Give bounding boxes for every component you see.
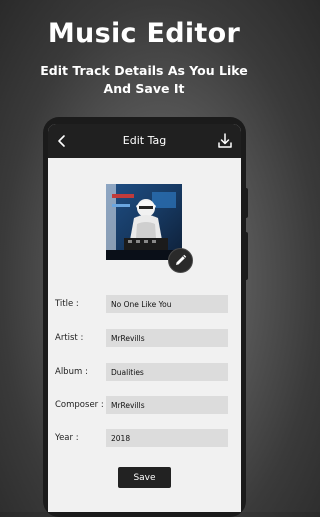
- composer-field[interactable]: [106, 396, 228, 414]
- album-cover[interactable]: [106, 184, 182, 260]
- composer-label: Composer :: [55, 400, 104, 410]
- page-title: Edit Tag: [122, 134, 167, 147]
- title-field[interactable]: [106, 295, 228, 313]
- promo-title: Music Editor: [47, 18, 241, 49]
- download-icon: [218, 133, 232, 148]
- download-button[interactable]: [215, 131, 235, 151]
- app-bar: Edit Tag: [48, 124, 241, 158]
- pencil-icon: [176, 254, 187, 265]
- save-button[interactable]: Save: [118, 467, 171, 488]
- artist-field[interactable]: [106, 329, 228, 347]
- phone-side-button-lower: [244, 232, 248, 280]
- edit-cover-button[interactable]: [168, 248, 193, 273]
- title-label: Title :: [55, 299, 79, 309]
- album-field[interactable]: [106, 363, 228, 381]
- promo-subtitle: Edit Track Details As You Like And Save …: [0, 62, 288, 98]
- year-field[interactable]: [106, 429, 228, 447]
- promo-subtitle-line-1: Edit Track Details As You Like: [40, 63, 248, 78]
- year-label: Year :: [55, 433, 79, 443]
- album-art-image: [106, 184, 182, 260]
- phone-side-button-upper: [244, 188, 248, 218]
- album-label: Album :: [55, 367, 88, 377]
- artist-label: Artist :: [55, 333, 84, 343]
- app-screen: Edit Tag Title: No One Like You Artist …: [48, 124, 241, 512]
- promo-subtitle-line-2: And Save It: [103, 81, 185, 96]
